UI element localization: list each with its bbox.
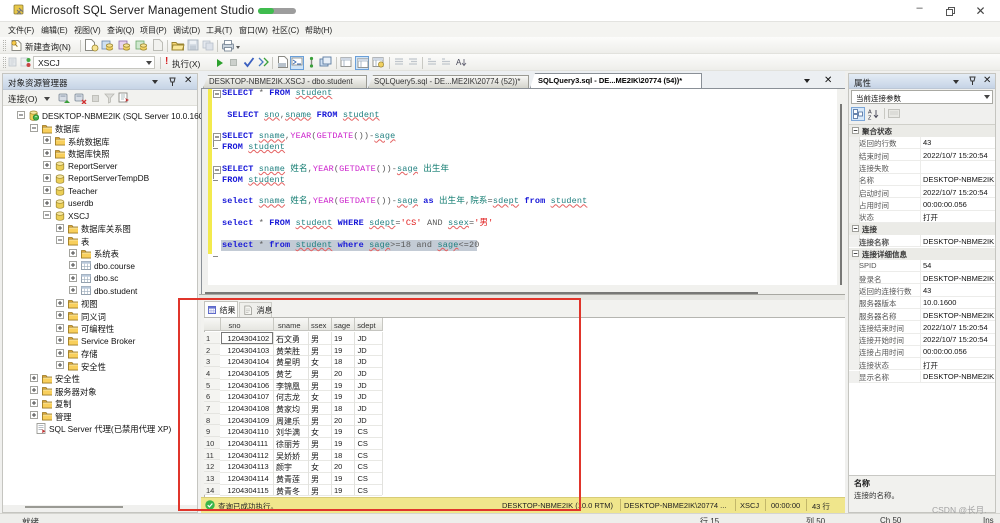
svg-text:A: A [456,58,462,67]
svg-text:Z: Z [868,116,872,121]
